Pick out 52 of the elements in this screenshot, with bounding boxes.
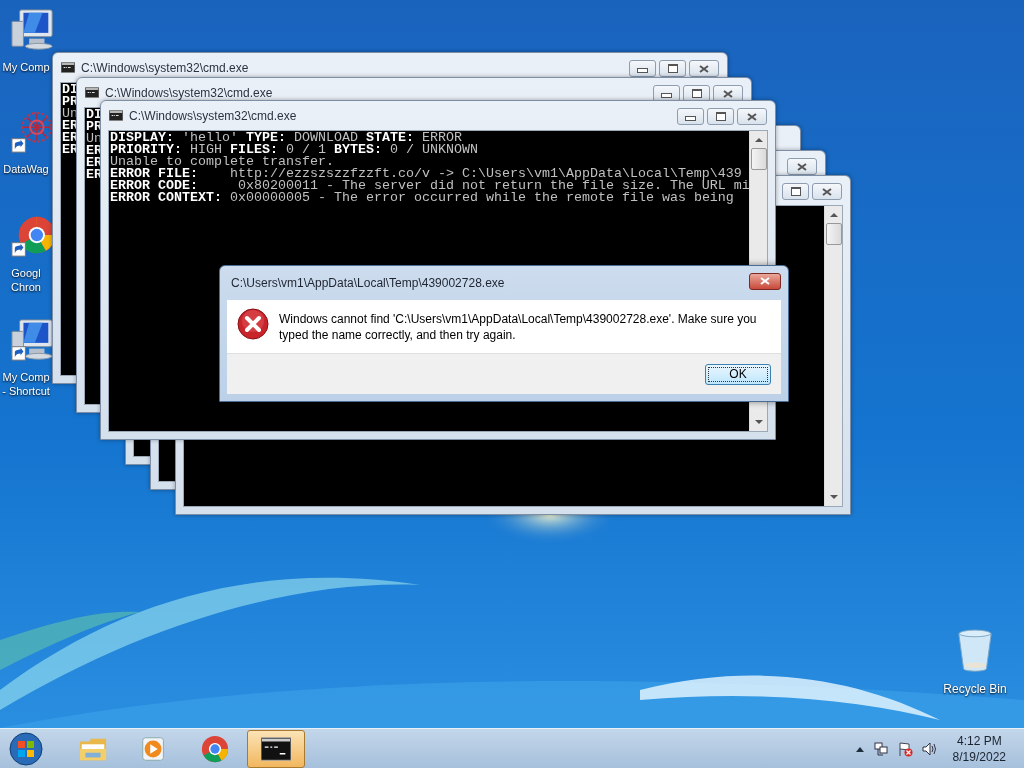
speaker-icon[interactable] [920, 740, 937, 757]
close-icon [822, 187, 832, 196]
close-icon [747, 112, 757, 121]
close-icon [723, 89, 733, 98]
console-line: ERROR CODE: 0x80200011 - The server did not return the file size. The URL mi [110, 180, 749, 192]
close-button[interactable] [737, 108, 767, 125]
window-title: C:\Windows\system32\cmd.exe [81, 60, 249, 75]
ok-button[interactable]: OK [705, 363, 771, 385]
close-button[interactable] [749, 272, 781, 290]
minimize-button[interactable] [677, 108, 704, 125]
maximize-button[interactable] [659, 60, 686, 77]
dialog-title: C:\Users\vm1\AppData\Local\Temp\439002728.exe [230, 276, 505, 290]
console-icon [85, 87, 99, 98]
console-line: DI [62, 84, 78, 96]
console-icon [109, 110, 123, 121]
error-message: Windows cannot find 'C:\Users\vm1\AppData\Local\Temp\439002728.exe'. Make sure you typed the name correctly, and then try again. [279, 311, 758, 343]
icon-label: - Shortcut [2, 384, 50, 398]
scrollbar[interactable] [824, 206, 842, 506]
close-icon [699, 64, 709, 73]
window-title: C:\Windows\system32\cmd.exe [129, 108, 297, 123]
icon-label: My Comp [2, 60, 50, 74]
browser-icon [200, 734, 230, 763]
icon-label: DataWag [3, 162, 49, 176]
close-icon [797, 162, 807, 171]
console-line: ERROR CONTEXT: 0x00000005 - The error occurred while the remote file was being [110, 192, 734, 204]
console-line: ERROR FILE: http://ezzszszzfzzft.co/v -> C:\Users\vm1\AppData\Local\Temp\439 [110, 168, 742, 180]
clock-date[interactable]: 8/19/2022 [952, 748, 1006, 765]
close-button[interactable] [812, 183, 842, 200]
close-button[interactable] [689, 60, 719, 77]
minimize-button[interactable] [629, 60, 656, 77]
recycle-bin-icon[interactable] [956, 628, 994, 674]
maximize-button[interactable] [707, 108, 734, 125]
computer-icon[interactable] [10, 8, 56, 52]
console-line: PRIORITY: HIGH FILES: 0 / 1 BYTES: 0 / UNKNOWN [110, 144, 478, 156]
taskbar-button[interactable] [247, 729, 305, 768]
icon-label: My Comp [2, 370, 50, 384]
close-button[interactable] [787, 158, 817, 175]
console-line: DI [86, 109, 102, 121]
console-icon [261, 734, 291, 763]
icon-label: Chron [11, 280, 41, 294]
error-icon [237, 308, 269, 340]
icon-label: Googl [11, 266, 41, 280]
network-icon[interactable] [872, 740, 889, 757]
maximize-button[interactable] [782, 183, 809, 200]
console-icon [61, 62, 75, 73]
icon-label: Recycle Bin [943, 682, 1007, 696]
close-icon [760, 277, 770, 285]
clock-time[interactable]: 4:12 PM [956, 732, 1002, 749]
flag-icon[interactable] [896, 740, 913, 757]
window-title: C:\Windows\system32\cmd.exe [105, 85, 273, 100]
console-line: DISPLAY: 'hello' TYPE: DOWNLOAD STATE: ERROR [110, 132, 462, 144]
console-line: Unable to complete transfer. [110, 156, 334, 168]
